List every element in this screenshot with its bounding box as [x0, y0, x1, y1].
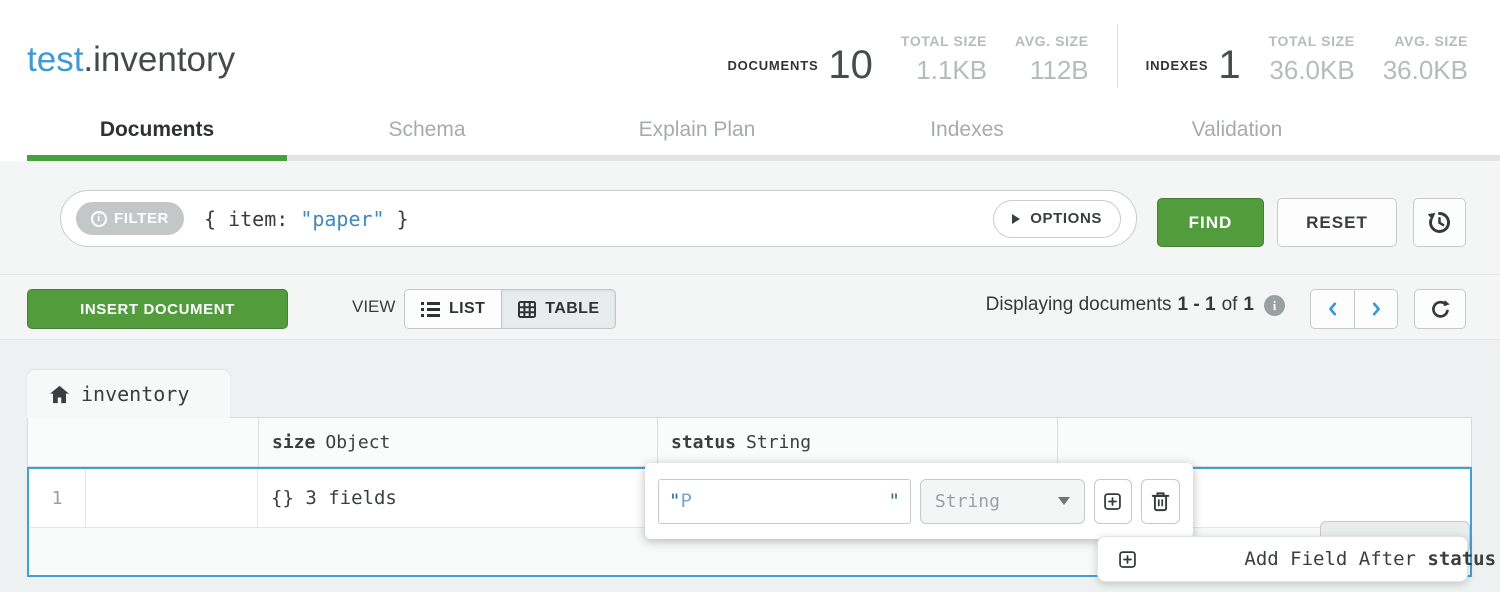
closing-quote: " — [888, 490, 899, 512]
collection-tabs: Documents Schema Explain Plan Indexes Va… — [22, 112, 1372, 148]
row-number-cell: 1 — [29, 469, 86, 527]
document-table-area: inventory size Object status String — [0, 340, 1500, 592]
documents-avg-size-value: 112B — [1030, 55, 1089, 86]
table-header-row: size Object status String — [27, 417, 1472, 467]
column-type-size: Object — [325, 432, 390, 453]
column-name-status: status — [671, 432, 736, 453]
find-button[interactable]: FIND — [1157, 198, 1264, 247]
documents-stat: DOCUMENTS 10 — [727, 46, 872, 86]
view-list-label: LIST — [449, 300, 485, 318]
previous-page-button[interactable] — [1310, 289, 1354, 329]
plus-square-icon — [1117, 505, 1231, 592]
compass-collection-view: test.inventory DOCUMENTS 10 TOTAL SIZE 1… — [0, 0, 1500, 592]
filter-info-icon[interactable] — [91, 211, 107, 227]
documents-total-size-label: TOTAL SIZE — [901, 33, 987, 49]
add-field-after-text: Add Field After status — [1244, 548, 1496, 570]
tab-explain-plan[interactable]: Explain Plan — [562, 112, 832, 148]
displaying-range: 1 - 1 — [1178, 294, 1216, 316]
type-dropdown-value: String — [935, 491, 1000, 512]
add-field-after-menu-item[interactable]: Add Field After status — [1097, 536, 1468, 582]
column-type-status: String — [746, 432, 811, 453]
displaying-documents-status: Displaying documents 1 - 1 of 1 — [986, 294, 1285, 316]
options-button[interactable]: OPTIONS — [993, 200, 1121, 238]
displaying-prefix: Displaying documents — [986, 294, 1172, 316]
namespace-title: test.inventory — [27, 40, 235, 80]
header-cell-size: size Object — [259, 418, 658, 466]
header-cell-trailing — [1058, 418, 1471, 466]
indexes-stat-value: 1 — [1218, 46, 1240, 84]
tab-indexes[interactable]: Indexes — [832, 112, 1102, 148]
header-cell-rownum — [28, 418, 259, 466]
indexes-stat-label: INDEXES — [1146, 58, 1209, 73]
documents-avg-size-stat: AVG. SIZE 112B — [1015, 33, 1089, 86]
filter-pill: FILTER — [76, 202, 184, 235]
documents-avg-size-label: AVG. SIZE — [1015, 33, 1089, 49]
options-button-label: OPTIONS — [1030, 210, 1102, 227]
chevron-right-icon — [1367, 300, 1385, 318]
database-name: test — [27, 40, 83, 79]
add-field-target-name: status — [1427, 548, 1496, 570]
documents-total-size-value: 1.1KB — [916, 55, 987, 86]
table-icon — [518, 301, 536, 318]
collection-stats: DOCUMENTS 10 TOTAL SIZE 1.1KB AVG. SIZE … — [727, 24, 1468, 86]
query-input-bar[interactable]: FILTER { item: "paper" } OPTIONS — [60, 190, 1137, 247]
refresh-icon — [1429, 298, 1452, 321]
cell-editor-popup: "P " String — [645, 463, 1193, 539]
filter-query-text[interactable]: { item: "paper" } — [204, 207, 409, 231]
column-name-size: size — [272, 432, 315, 453]
list-icon — [421, 301, 440, 318]
next-page-button[interactable] — [1354, 289, 1398, 329]
query-prefix: { item: — [204, 207, 300, 231]
view-table-label: TABLE — [545, 300, 599, 318]
indexes-avg-size-value: 36.0KB — [1383, 55, 1468, 86]
documents-stat-value: 10 — [828, 46, 873, 84]
reset-button[interactable]: RESET — [1277, 198, 1397, 247]
document-table: size Object status String 1 {} 3 fields — [27, 417, 1472, 577]
indexes-total-size-stat: TOTAL SIZE 36.0KB — [1269, 33, 1355, 86]
tab-validation[interactable]: Validation — [1102, 112, 1372, 148]
query-history-button[interactable] — [1413, 198, 1466, 247]
displaying-total: 1 — [1243, 294, 1254, 316]
pagination-controls — [1310, 289, 1398, 329]
indexes-stat: INDEXES 1 — [1146, 46, 1241, 86]
displaying-of: of — [1222, 294, 1238, 316]
type-dropdown[interactable]: String — [920, 479, 1085, 524]
displaying-info-icon[interactable] — [1264, 295, 1285, 316]
documents-stat-label: DOCUMENTS — [727, 58, 818, 73]
query-history-icon — [1426, 209, 1453, 236]
chevron-down-icon — [1058, 497, 1070, 505]
insert-document-button[interactable]: INSERT DOCUMENT — [27, 289, 288, 329]
view-switcher: LIST TABLE — [404, 289, 616, 329]
stats-divider — [1117, 24, 1118, 88]
chevron-left-icon — [1324, 300, 1342, 318]
tab-documents[interactable]: Documents — [22, 112, 292, 148]
filter-pill-label: FILTER — [114, 210, 169, 227]
tab-schema[interactable]: Schema — [292, 112, 562, 148]
view-table-button[interactable]: TABLE — [501, 289, 616, 329]
collection-header: test.inventory DOCUMENTS 10 TOTAL SIZE 1… — [0, 0, 1500, 161]
row-blank-cell[interactable] — [86, 469, 258, 527]
view-list-button[interactable]: LIST — [404, 289, 501, 329]
query-suffix: } — [385, 207, 409, 231]
query-bar-section: FILTER { item: "paper" } OPTIONS FIND RE… — [0, 161, 1500, 275]
cell-value-text: "P — [669, 490, 692, 512]
indexes-avg-size-stat: AVG. SIZE 36.0KB — [1383, 33, 1468, 86]
table-breadcrumb-tab[interactable]: inventory — [27, 370, 230, 418]
caret-right-icon — [1012, 214, 1020, 224]
namespace-dot: . — [83, 40, 93, 79]
table-breadcrumb-label: inventory — [81, 382, 189, 406]
view-label: VIEW — [352, 297, 395, 317]
documents-toolbar: INSERT DOCUMENT VIEW LIST — [0, 275, 1500, 340]
query-string-value: "paper" — [300, 207, 384, 231]
home-icon — [49, 385, 70, 404]
cell-value-input[interactable]: "P " — [658, 479, 911, 524]
collection-name: inventory — [93, 40, 235, 79]
indexes-avg-size-label: AVG. SIZE — [1394, 33, 1468, 49]
indexes-total-size-label: TOTAL SIZE — [1269, 33, 1355, 49]
header-cell-status: status String — [658, 418, 1058, 466]
documents-total-size-stat: TOTAL SIZE 1.1KB — [901, 33, 987, 86]
indexes-total-size-value: 36.0KB — [1269, 55, 1354, 86]
refresh-documents-button[interactable] — [1414, 289, 1466, 329]
row-size-cell[interactable]: {} 3 fields — [258, 469, 657, 527]
